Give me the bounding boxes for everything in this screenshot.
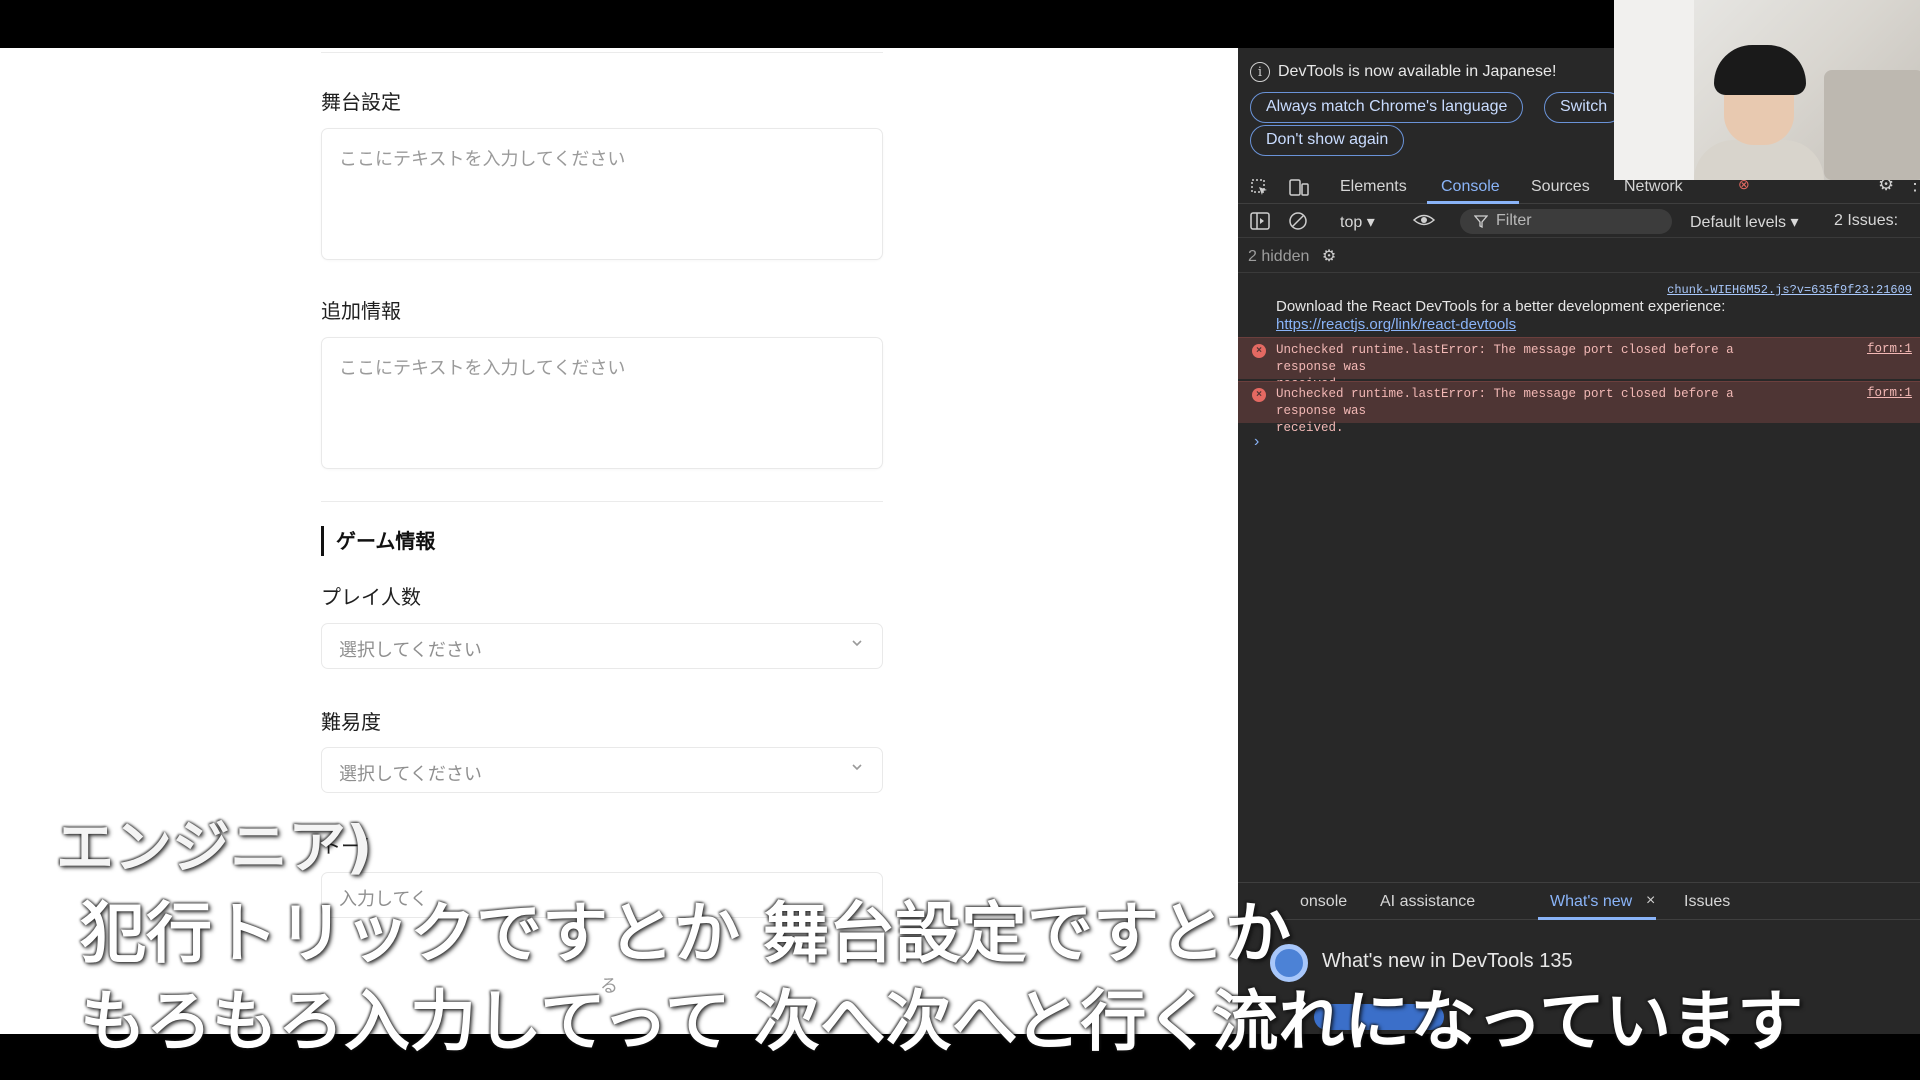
hidden-messages-row: 2 hidden ⚙ [1248, 246, 1336, 266]
match-language-button[interactable]: Always match Chrome's language [1250, 92, 1524, 123]
tab-console[interactable]: Console [1441, 178, 1500, 196]
drawer-tab-whats-new[interactable]: What's new [1550, 893, 1632, 911]
console-toolbar: top ▾ Filter Default levels ▾ 2 Issues: [1238, 204, 1920, 238]
game-info-heading: ゲーム情報 [321, 526, 435, 556]
additional-info-placeholder: ここにテキストを入力してください [339, 358, 626, 379]
section-divider [321, 501, 883, 502]
react-message-text: Download the React DevTools for a better… [1276, 298, 1726, 315]
tab-sources[interactable]: Sources [1531, 178, 1590, 196]
context-selector[interactable]: top ▾ [1340, 212, 1375, 232]
drawer-tab-issues[interactable]: Issues [1684, 893, 1730, 911]
drawer-tab-ai-assistance[interactable]: AI assistance [1380, 893, 1475, 911]
info-icon: i [1250, 62, 1270, 82]
filter-icon [1474, 215, 1488, 228]
react-devtools-message: Download the React DevTools for a better… [1276, 298, 1725, 334]
difficulty-select-value: 選択してください [339, 764, 482, 785]
log-levels-dropdown[interactable]: Default levels ▾ [1690, 212, 1799, 232]
error-message: Unchecked runtime.lastError: The message… [1276, 386, 1796, 437]
video-frame: 舞台設定 ここにテキストを入力してください 追加情報 ここにテキストを入力してく… [0, 0, 1920, 1080]
error-source-link[interactable]: form:1 [1867, 342, 1912, 356]
person-body [1694, 140, 1824, 180]
hidden-count: 2 hidden [1248, 248, 1310, 265]
chevron-down-icon [852, 764, 862, 771]
error-icon: × [1252, 388, 1266, 402]
drawer-tabs: onsole AI assistance What's new × Issues [1238, 882, 1920, 920]
source-link[interactable]: chunk-WIEH6M52.js?v=635f9f23:21609 [1667, 283, 1912, 297]
console-log: chunk-WIEH6M52.js?v=635f9f23:21609 Downl… [1238, 272, 1920, 932]
players-select-value: 選択してください [339, 640, 482, 661]
console-settings-icon[interactable]: ⚙ [1322, 248, 1336, 265]
stage-setting-label: 舞台設定 [321, 90, 401, 114]
eye-icon[interactable] [1412, 211, 1436, 229]
issues-counter[interactable]: 2 Issues: [1834, 212, 1898, 230]
stage-setting-placeholder: ここにテキストを入力してください [339, 149, 626, 170]
tab-network[interactable]: Network [1624, 178, 1683, 196]
switch-language-button[interactable]: Switch [1544, 92, 1624, 123]
error-message-line: Unchecked runtime.lastError: The message… [1276, 343, 1734, 374]
additional-info-textarea[interactable]: ここにテキストを入力してください [321, 337, 883, 469]
console-error-row: × Unchecked runtime.lastError: The messa… [1238, 381, 1920, 435]
subtitle-speaker: エンジニア) [56, 813, 373, 881]
top-divider [321, 52, 883, 53]
devtools-language-banner: i DevTools is now available in Japanese! [1250, 62, 1556, 82]
drawer-tab-console[interactable]: onsole [1300, 893, 1347, 911]
error-message-line: Unchecked runtime.lastError: The message… [1276, 387, 1734, 418]
sidebar-toggle-icon[interactable] [1250, 212, 1270, 230]
dont-show-again-button[interactable]: Don't show again [1250, 125, 1405, 156]
react-devtools-link[interactable]: https://reactjs.org/link/react-devtools [1276, 316, 1516, 333]
filter-placeholder: Filter [1496, 212, 1532, 229]
error-message-line: received. [1276, 421, 1344, 435]
console-error-row: × Unchecked runtime.lastError: The messa… [1238, 337, 1920, 391]
players-select[interactable]: 選択してください [321, 623, 883, 669]
error-icon: × [1252, 344, 1266, 358]
webcam-background [1824, 70, 1920, 180]
webcam-overlay [1614, 0, 1920, 180]
console-prompt[interactable]: › [1254, 433, 1259, 451]
filter-input[interactable]: Filter [1460, 209, 1672, 234]
clear-console-icon[interactable] [1288, 211, 1308, 231]
devtools-panel: i DevTools is now available in Japanese!… [1238, 48, 1920, 1034]
webcam-background [1614, 0, 1694, 180]
subtitle-line-1: 犯行トリックですとか 舞台設定ですとか [80, 895, 1291, 972]
inspect-element-icon[interactable] [1250, 178, 1270, 198]
drawer-active-indicator [1538, 917, 1656, 920]
banner-text: DevTools is now available in Japanese! [1278, 63, 1557, 80]
device-toolbar-icon[interactable] [1288, 178, 1310, 198]
tab-elements[interactable]: Elements [1340, 178, 1407, 196]
subtitle-line-2: もろもろ入力してって 次へ次へと行く流れになっています [80, 983, 1804, 1060]
difficulty-select[interactable]: 選択してください [321, 747, 883, 793]
players-label: プレイ人数 [321, 585, 421, 609]
additional-info-label: 追加情報 [321, 299, 401, 323]
stage-setting-textarea[interactable]: ここにテキストを入力してください [321, 128, 883, 260]
difficulty-label: 難易度 [321, 710, 381, 734]
person-hair [1714, 45, 1806, 95]
close-icon[interactable]: × [1646, 892, 1655, 910]
chevron-down-icon [852, 640, 862, 647]
error-source-link[interactable]: form:1 [1867, 386, 1912, 400]
